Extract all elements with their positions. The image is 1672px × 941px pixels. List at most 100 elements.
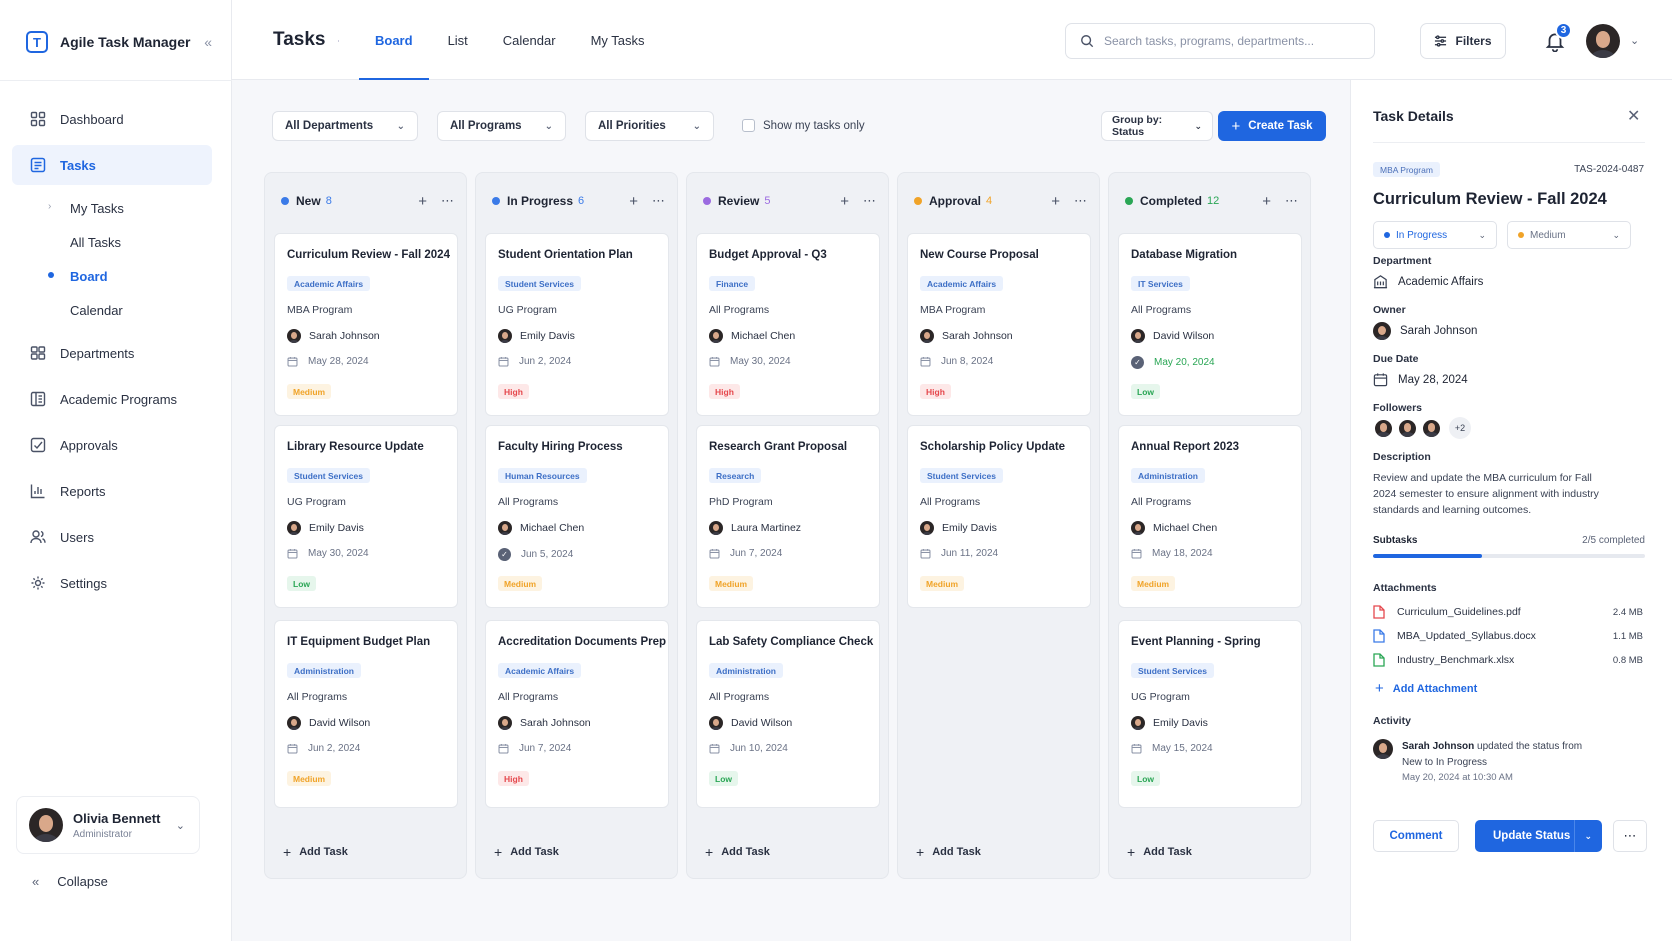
- checkbox-box[interactable]: [742, 119, 755, 132]
- notification-badge: 3: [1555, 22, 1572, 39]
- add-task-icon[interactable]: +: [418, 193, 427, 210]
- add-task-button[interactable]: + Add Task: [916, 844, 981, 860]
- more-options-icon[interactable]: ⋯: [441, 193, 454, 209]
- priority-dropdown[interactable]: All Priorities ⌄: [585, 111, 714, 141]
- priority-badge: Medium: [498, 576, 543, 591]
- due-date-value: May 28, 2024: [1373, 372, 1468, 387]
- my-tasks-only-checkbox[interactable]: Show my tasks only: [742, 119, 865, 132]
- task-description: Review and update the MBA curriculum for…: [1373, 472, 1599, 516]
- status-select[interactable]: In Progress ⌄: [1373, 221, 1497, 249]
- sidebar-item-dashboard[interactable]: Dashboard: [12, 99, 212, 139]
- owner-name: Laura Martinez: [731, 522, 802, 534]
- add-task-icon[interactable]: +: [840, 193, 849, 210]
- add-task-button[interactable]: + Add Task: [705, 844, 770, 860]
- subnav-item-all-tasks[interactable]: All Tasks: [12, 225, 212, 259]
- attachment-item[interactable]: Curriculum_Guidelines.pdf 2.4 MB: [1373, 605, 1645, 619]
- avatar: [709, 521, 723, 535]
- add-task-icon[interactable]: +: [1262, 193, 1271, 210]
- add-task-button[interactable]: + Add Task: [283, 844, 348, 860]
- dashboard-icon: [30, 111, 46, 127]
- department-dropdown[interactable]: All Departments ⌄: [272, 111, 418, 141]
- avatar[interactable]: [1421, 417, 1442, 439]
- avatar[interactable]: [1397, 417, 1418, 439]
- collapse-label: Collapse: [57, 874, 108, 889]
- create-task-button[interactable]: + Create Task: [1218, 111, 1326, 141]
- more-options-button[interactable]: ⋯: [1613, 820, 1647, 852]
- add-task-button[interactable]: + Add Task: [1127, 844, 1192, 860]
- owner-name: Sarah Johnson: [309, 330, 380, 342]
- task-card[interactable]: Library Resource Update Student Services U…: [274, 425, 458, 608]
- search-box: [1065, 23, 1375, 59]
- chevron-down-icon[interactable]: ⌄: [1584, 831, 1592, 842]
- sidebar-item-reports[interactable]: Reports: [12, 471, 212, 511]
- task-card[interactable]: Accreditation Documents Prep Academic Aff…: [485, 620, 669, 808]
- avatar: [498, 329, 512, 343]
- attachment-item[interactable]: MBA_Updated_Syllabus.docx 1.1 MB: [1373, 629, 1645, 643]
- search-input[interactable]: [1104, 34, 1354, 48]
- add-attachment-button[interactable]: + Add Attachment: [1375, 680, 1477, 697]
- avatar[interactable]: [1373, 417, 1394, 439]
- owner-name: Emily Davis: [520, 330, 575, 342]
- subnav-item-board[interactable]: Board: [12, 259, 212, 293]
- task-card[interactable]: Budget Approval - Q3 Finance All Programs M…: [696, 233, 880, 416]
- add-task-button[interactable]: + Add Task: [494, 844, 559, 860]
- task-card[interactable]: New Course Proposal Academic Affairs MBA P…: [907, 233, 1091, 416]
- card-title: Curriculum Review - Fall 2024: [287, 249, 450, 261]
- task-card[interactable]: Annual Report 2023 Administration All Prog…: [1118, 425, 1302, 608]
- owner-name: Sarah Johnson: [942, 330, 1013, 342]
- task-card[interactable]: Lab Safety Compliance Check Administratio…: [696, 620, 880, 808]
- close-icon[interactable]: ✕: [1627, 106, 1640, 126]
- group-by-dropdown[interactable]: Group by: Status ⌄: [1101, 111, 1213, 141]
- add-task-icon[interactable]: +: [1051, 193, 1060, 210]
- priority-badge: Low: [1131, 771, 1160, 786]
- subnav-label: Calendar: [70, 302, 123, 318]
- task-card[interactable]: IT Equipment Budget Plan Administration Al…: [274, 620, 458, 808]
- attachment-item[interactable]: Industry_Benchmark.xlsx 0.8 MB: [1373, 653, 1645, 667]
- sidebar-item-approvals[interactable]: Approvals: [12, 425, 212, 465]
- task-card[interactable]: Curriculum Review - Fall 2024 Academic Af…: [274, 233, 458, 416]
- file-icon: [1373, 605, 1385, 619]
- chevron-down-icon[interactable]: ⌄: [1630, 34, 1639, 47]
- subnav-item-my-tasks[interactable]: › My Tasks: [12, 191, 212, 225]
- sidebar-item-label: Approvals: [60, 437, 118, 453]
- subnav-item-calendar[interactable]: Calendar: [12, 293, 212, 327]
- tab-board[interactable]: Board: [359, 0, 429, 80]
- sidebar-item-settings[interactable]: Settings: [12, 563, 212, 603]
- more-options-icon[interactable]: ⋯: [652, 193, 665, 209]
- task-card[interactable]: Research Grant Proposal Research PhD Progr…: [696, 425, 880, 608]
- collapse-button[interactable]: « Collapse: [32, 874, 108, 889]
- add-task-icon[interactable]: +: [629, 193, 638, 210]
- comment-button[interactable]: Comment: [1373, 820, 1459, 852]
- task-card[interactable]: Database Migration IT Services All Program…: [1118, 233, 1302, 416]
- more-options-icon[interactable]: ⋯: [863, 193, 876, 209]
- sidebar-item-tasks[interactable]: Tasks: [12, 145, 212, 185]
- avatar: [920, 329, 934, 343]
- more-options-icon[interactable]: ⋯: [1285, 193, 1298, 209]
- task-card[interactable]: Event Planning - Spring Student Services U…: [1118, 620, 1302, 808]
- card-title: Scholarship Policy Update: [920, 441, 1066, 453]
- more-options-icon[interactable]: ⋯: [1074, 193, 1087, 209]
- sidebar-item-users[interactable]: Users: [12, 517, 212, 557]
- avatar[interactable]: [1586, 24, 1620, 58]
- update-status-button[interactable]: Update Status ⌄: [1475, 820, 1602, 852]
- current-user-card[interactable]: Olivia Bennett Administrator ⌄: [16, 796, 200, 854]
- priority-select[interactable]: Medium ⌄: [1507, 221, 1631, 249]
- more-followers-badge[interactable]: +2: [1449, 417, 1471, 439]
- tab-my-tasks[interactable]: My Tasks: [575, 0, 661, 80]
- filters-button[interactable]: Filters: [1420, 23, 1506, 59]
- task-card[interactable]: Scholarship Policy Update Student Service…: [907, 425, 1091, 608]
- task-card[interactable]: Student Orientation Plan Student Services…: [485, 233, 669, 416]
- card-owner: David Wilson: [287, 716, 370, 730]
- sidebar-item-departments[interactable]: Departments: [12, 333, 212, 373]
- tab-calendar[interactable]: Calendar: [487, 0, 572, 80]
- field-value: Sarah Johnson: [1400, 325, 1478, 337]
- owner-name: David Wilson: [1153, 330, 1215, 342]
- task-card[interactable]: Faculty Hiring Process Human Resources All…: [485, 425, 669, 608]
- divider: [338, 40, 339, 42]
- program-dropdown[interactable]: All Programs ⌄: [437, 111, 566, 141]
- card-due-date: Jun 2, 2024: [498, 356, 571, 367]
- sidebar-item-academic-programs[interactable]: Academic Programs: [12, 379, 212, 419]
- tab-list[interactable]: List: [432, 0, 484, 80]
- date-text: Jun 11, 2024: [941, 548, 999, 559]
- collapse-sidebar-icon[interactable]: «: [204, 34, 212, 50]
